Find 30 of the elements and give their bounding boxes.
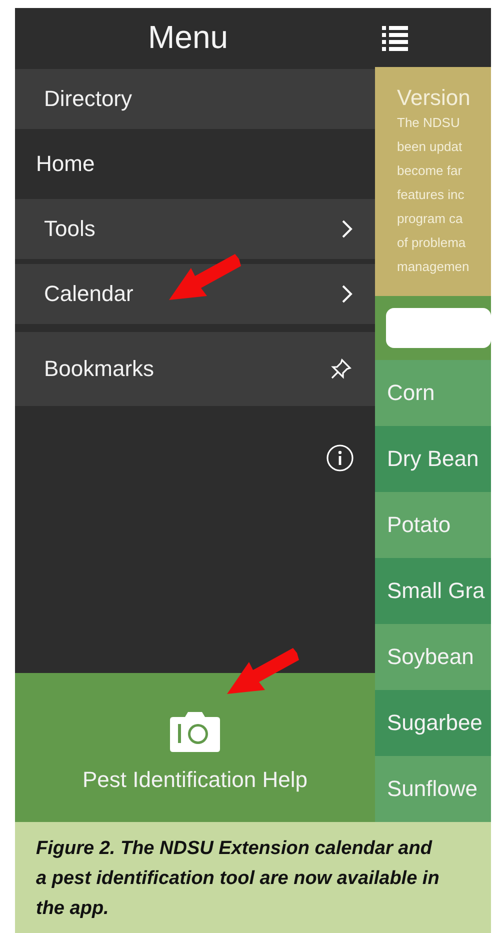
search-field[interactable]	[386, 308, 491, 348]
version-text: program ca	[397, 210, 463, 228]
camera-icon	[169, 710, 221, 752]
chevron-icon	[341, 284, 353, 304]
menu-item[interactable]: Calendar	[15, 264, 375, 324]
crop-item[interactable]: Sugarbee	[375, 690, 491, 756]
menu-title: Menu	[148, 19, 228, 56]
menu-item[interactable]: Bookmarks	[15, 332, 375, 406]
pin-icon	[329, 357, 353, 381]
crop-item[interactable]: Dry Bean	[375, 426, 491, 492]
version-text: become far	[397, 162, 462, 180]
version-text: been updat	[397, 138, 462, 156]
menu-item[interactable]: Tools	[15, 199, 375, 259]
pest-identification-button[interactable]: Pest Identification Help	[15, 673, 375, 822]
arrow	[227, 648, 299, 696]
version-title: Version	[397, 85, 470, 111]
crop-item[interactable]: Corn	[375, 360, 491, 426]
crop-item[interactable]: Potato	[375, 492, 491, 558]
figure-caption: Figure 2. The NDSU Extension calendar and a pest identification tool are now available in the app.	[15, 822, 491, 933]
version-text: managemen	[397, 258, 470, 276]
info-icon[interactable]	[326, 444, 354, 472]
menu-item[interactable]: Directory	[15, 69, 375, 129]
chevron-icon	[341, 219, 353, 239]
version-text: features inc	[397, 186, 464, 204]
arrow	[169, 254, 241, 302]
crop-item[interactable]: Small Gra	[375, 558, 491, 624]
crop-item[interactable]: Sunflowe	[375, 756, 491, 822]
version-text: The NDSU	[397, 114, 460, 132]
crop-item[interactable]: Soybean	[375, 624, 491, 690]
version-text: of problema	[397, 234, 466, 252]
